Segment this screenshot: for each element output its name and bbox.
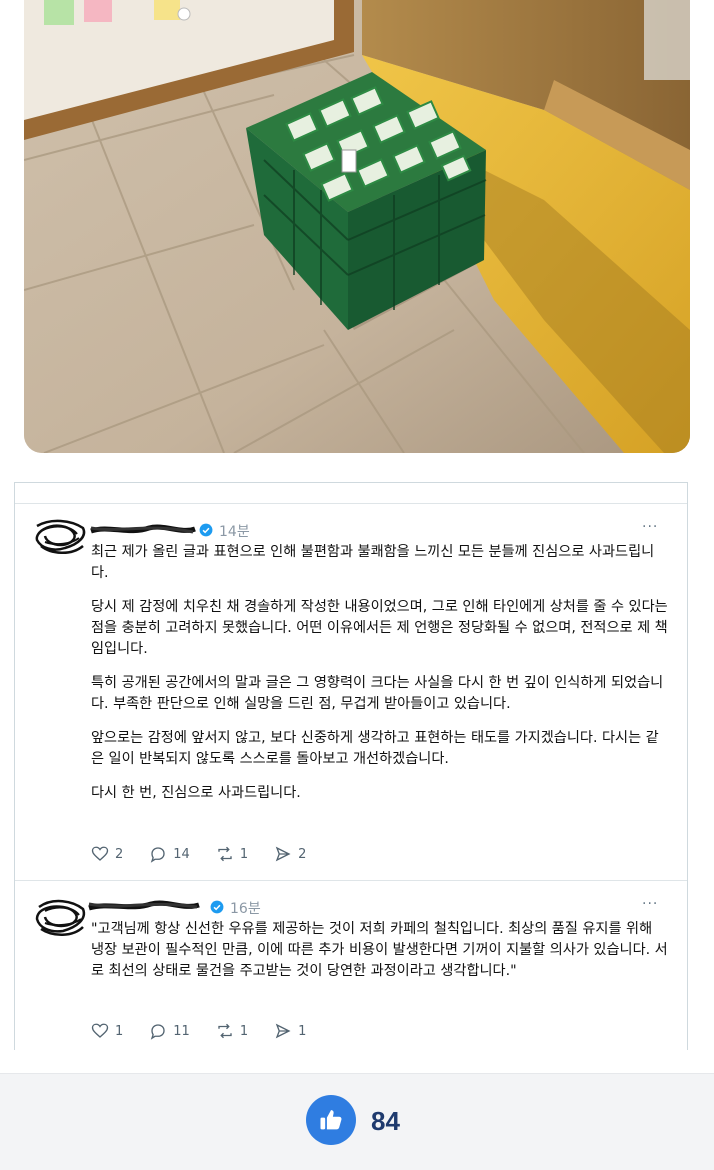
more-options-icon[interactable]: ··· bbox=[642, 896, 658, 912]
share-count: 2 bbox=[298, 846, 307, 862]
share-count: 1 bbox=[298, 1023, 307, 1039]
repost-action[interactable]: 1 bbox=[216, 845, 248, 863]
tweet-body: "고객님께 항상 신선한 우유를 제공하는 것이 저희 카페의 철칙입니다. 최… bbox=[91, 919, 669, 995]
thumbs-up-button[interactable] bbox=[306, 1095, 356, 1145]
tweet-paragraph: 최근 제가 올린 글과 표현으로 인해 불편함과 불쾌함을 느끼신 모든 분들께… bbox=[91, 544, 655, 581]
share-icon bbox=[275, 846, 291, 862]
share-action[interactable]: 1 bbox=[274, 1022, 306, 1040]
reply-action[interactable]: 14 bbox=[149, 845, 190, 863]
heart-icon bbox=[91, 846, 109, 861]
like-count: 1 bbox=[115, 1023, 124, 1039]
tweet-paragraph: 당시 제 감정에 치우친 채 경솔하게 작성한 내용이었으며, 그로 인해 타인… bbox=[91, 599, 668, 657]
tweet-timestamp: 14분 bbox=[219, 524, 250, 540]
like-action[interactable]: 1 bbox=[91, 1022, 123, 1040]
reply-thread: 14분 ··· 최근 제가 올린 글과 표현으로 인해 불편함과 불쾌함을 느끼… bbox=[14, 482, 688, 1050]
repost-icon bbox=[218, 1023, 232, 1039]
repost-count: 1 bbox=[239, 846, 249, 862]
photo-milk-crate-on-floor bbox=[24, 0, 690, 453]
tweet-paragraph: 특히 공개된 공간에서의 말과 글은 그 영향력이 크다는 사실을 다시 한 번… bbox=[91, 675, 664, 712]
recommend-bar: 84 bbox=[0, 1073, 714, 1170]
reply-count: 14 bbox=[173, 846, 190, 862]
share-action[interactable]: 2 bbox=[274, 845, 306, 863]
reply-tweet-1[interactable]: 14분 ··· 최근 제가 올린 글과 표현으로 인해 불편함과 불쾌함을 느끼… bbox=[15, 503, 687, 881]
repost-action[interactable]: 1 bbox=[216, 1022, 248, 1040]
tweet-paragraph: 앞으로는 감정에 앞서지 않고, 보다 신중하게 생각하고 표현하는 태도를 가… bbox=[91, 730, 659, 767]
tweet-body: 최근 제가 올린 글과 표현으로 인해 불편함과 불쾌함을 느끼신 모든 분들께… bbox=[91, 542, 669, 817]
repost-count: 1 bbox=[239, 1023, 249, 1039]
tweet-paragraph: "고객님께 항상 신선한 우유를 제공하는 것이 저희 카페의 철칙입니다. 최… bbox=[91, 921, 668, 979]
avatar-scribble bbox=[35, 519, 86, 554]
recommend-count: 84 bbox=[371, 1106, 400, 1136]
avatar-scribble bbox=[35, 899, 86, 936]
reply-tweet-2[interactable]: 16분 ··· "고객님께 항상 신선한 우유를 제공하는 것이 저희 카페의 … bbox=[15, 881, 687, 1051]
reply-count: 11 bbox=[173, 1023, 190, 1039]
verified-badge-icon bbox=[199, 523, 213, 537]
tweet-paragraph: 다시 한 번, 진심으로 사과드립니다. bbox=[91, 785, 301, 801]
verified-badge-icon bbox=[210, 900, 224, 914]
share-icon bbox=[275, 1023, 291, 1039]
tweet-timestamp: 16분 bbox=[230, 901, 261, 917]
post-photo[interactable] bbox=[24, 0, 690, 453]
thumbs-up-icon bbox=[320, 1110, 342, 1130]
username-scribble bbox=[88, 900, 200, 911]
repost-icon bbox=[218, 846, 232, 862]
tweet-actions: 1 11 1 1 bbox=[91, 1021, 332, 1041]
like-count: 2 bbox=[115, 846, 124, 862]
like-action[interactable]: 2 bbox=[91, 845, 123, 863]
comment-icon bbox=[151, 1024, 165, 1040]
tweet-actions: 2 14 1 2 bbox=[91, 844, 332, 864]
comment-icon bbox=[151, 847, 165, 863]
more-options-icon[interactable]: ··· bbox=[642, 519, 658, 535]
heart-icon bbox=[91, 1023, 109, 1038]
username-scribble bbox=[90, 524, 196, 534]
reply-action[interactable]: 11 bbox=[149, 1022, 190, 1040]
